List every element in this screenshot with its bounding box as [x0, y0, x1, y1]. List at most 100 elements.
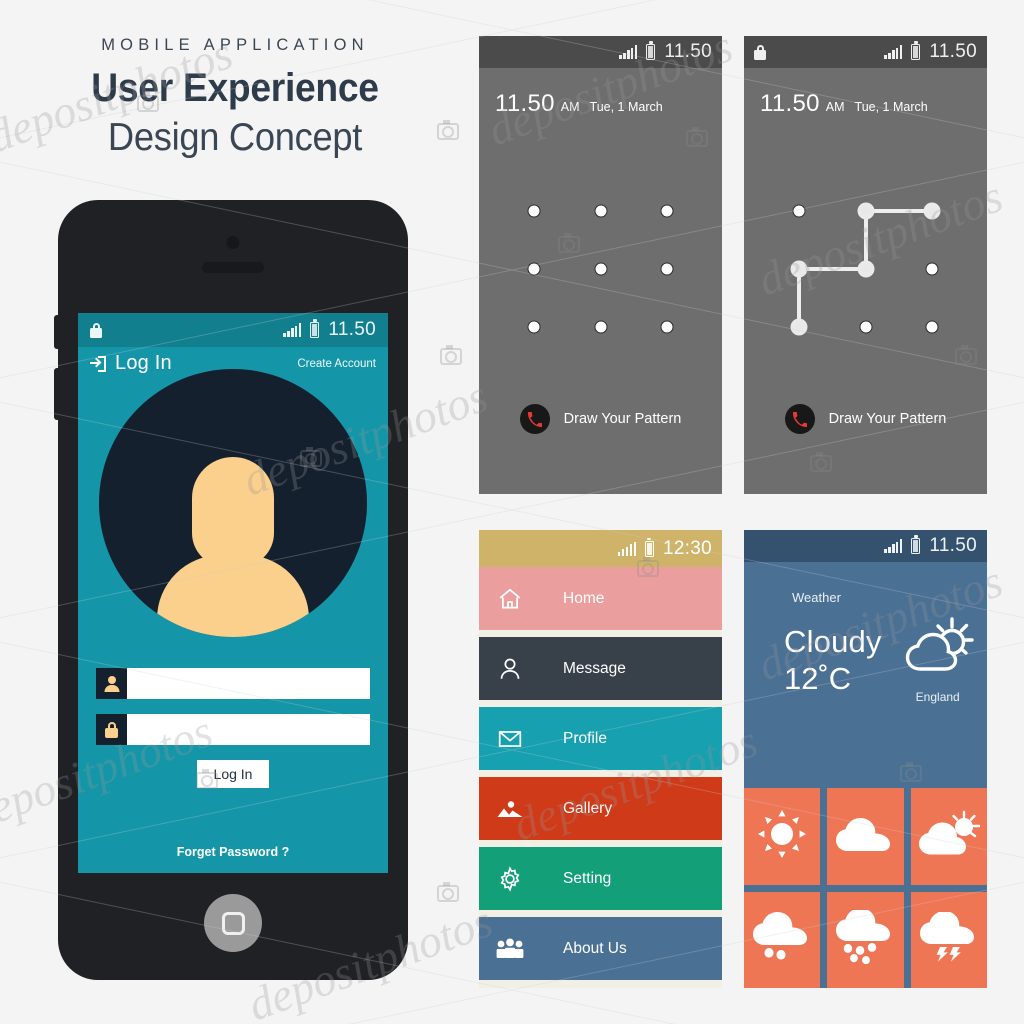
weather-tile-cloudy[interactable]	[827, 788, 904, 885]
pattern-dot-grid[interactable]	[744, 191, 987, 391]
weather-status-bar: 11.50	[744, 530, 987, 562]
pattern-dot[interactable]	[923, 202, 941, 220]
poster-title-line1: User Experience	[91, 66, 379, 110]
menu-item-label: About Us	[563, 939, 627, 957]
pattern-dot-grid[interactable]	[479, 191, 722, 391]
envelope-icon	[479, 726, 541, 752]
forgot-password-link[interactable]: Forget Password ?	[78, 845, 388, 859]
pattern-dot[interactable]	[594, 320, 607, 334]
login-screen: 11.50 Log In Create Account Log In Forge…	[78, 313, 388, 873]
menu-item-home[interactable]: Home	[479, 567, 722, 630]
cloud-rain-icon	[834, 908, 896, 969]
pattern-dot[interactable]	[925, 320, 939, 334]
pattern-dot[interactable]	[859, 320, 872, 334]
cloud-icon	[834, 813, 896, 860]
weather-summary: Cloudy 12˚C England	[744, 605, 987, 704]
password-input[interactable]	[127, 714, 370, 745]
poster-kicker: MOBILE APPLICATION	[101, 36, 369, 54]
pattern-dot[interactable]	[660, 262, 674, 276]
create-account-link[interactable]: Create Account	[297, 358, 376, 370]
pattern2-status-bar: 11.50	[744, 36, 987, 68]
pattern-connector-line	[799, 267, 866, 271]
login-form: Log In	[78, 668, 388, 788]
pattern-dot[interactable]	[660, 320, 674, 334]
signal-bars-icon	[619, 45, 638, 59]
cloud-lightning-icon	[918, 911, 980, 967]
menu-item-label: Gallery	[563, 799, 613, 817]
pattern-dot[interactable]	[857, 202, 874, 220]
weather-tile-thunderstorm[interactable]	[910, 891, 987, 988]
signal-bars-icon	[884, 45, 903, 59]
draw-pattern-prompt: Draw Your Pattern	[744, 404, 987, 434]
weather-tile-partly-cloudy[interactable]	[910, 788, 987, 885]
pattern-dot[interactable]	[790, 260, 808, 278]
clock-date: Tue, 1 March	[854, 100, 928, 114]
draw-pattern-prompt: Draw Your Pattern	[479, 404, 722, 434]
cloud-sun-icon	[918, 810, 981, 863]
menu-item-message[interactable]: Message	[479, 637, 722, 700]
menu-item-profile[interactable]: Profile	[479, 707, 722, 770]
weather-tile-drizzle[interactable]	[744, 891, 821, 988]
pattern1-status-bar: 11.50	[479, 36, 722, 68]
pattern-lock-screen-drawn: 11.50 11.50 AM Tue, 1 March Draw Your Pa…	[744, 36, 987, 494]
phone-device-mockup: 11.50 Log In Create Account Log In Forge…	[54, 200, 408, 980]
weather-tile-rain[interactable]	[827, 891, 904, 988]
login-button[interactable]: Log In	[196, 760, 270, 788]
phone-volume-button-down[interactable]	[54, 368, 60, 420]
earpiece-speaker	[202, 262, 264, 273]
lock-icon	[90, 322, 102, 338]
gear-icon	[479, 865, 541, 892]
battery-icon	[911, 538, 921, 554]
weather-icon-grid	[744, 788, 987, 988]
pattern-dot[interactable]	[594, 262, 607, 276]
menu-item-setting[interactable]: Setting	[479, 847, 722, 910]
camera-icon	[440, 345, 462, 365]
pattern-dot[interactable]	[594, 204, 607, 218]
menu-status-bar: 12:30	[479, 530, 722, 567]
poster-canvas: MOBILE APPLICATION User Experience Desig…	[0, 0, 1024, 1024]
pattern-dot[interactable]	[857, 260, 874, 278]
status-bar-time: 12:30	[662, 537, 712, 559]
battery-icon	[310, 322, 320, 338]
weather-temperature: 12˚C	[784, 660, 852, 696]
phone-volume-button-up[interactable]	[54, 315, 60, 349]
draw-pattern-label: Draw Your Pattern	[563, 411, 682, 427]
pattern-dot[interactable]	[790, 318, 808, 336]
phone-call-icon[interactable]	[519, 404, 550, 434]
login-status-bar: 11.50	[78, 313, 388, 347]
poster-title-block: MOBILE APPLICATION User Experience Desig…	[0, 36, 470, 161]
menu-item-about-us[interactable]: About Us	[479, 917, 722, 980]
weather-section-label: Weather	[792, 590, 841, 605]
pattern-connector-line	[865, 209, 932, 213]
battery-icon	[646, 44, 656, 60]
login-arrow-icon	[90, 355, 106, 372]
pattern-dot[interactable]	[925, 262, 939, 276]
clock-ampm: AM	[560, 100, 580, 114]
phone-call-icon[interactable]	[784, 404, 815, 434]
draw-pattern-label: Draw Your Pattern	[828, 411, 947, 427]
menu-screen: 12:30 Home Message Profile Gallery Setti…	[479, 530, 722, 988]
pattern-dot[interactable]	[527, 320, 541, 334]
weather-tile-sunny[interactable]	[744, 788, 821, 885]
battery-icon	[911, 44, 921, 60]
signal-bars-icon	[618, 541, 636, 556]
lockscreen-clock: 11.50 AM Tue, 1 March	[744, 68, 987, 118]
clock-ampm: AM	[825, 100, 845, 114]
lock-icon	[96, 714, 127, 745]
pattern-dot[interactable]	[660, 204, 674, 218]
pattern-dot[interactable]	[527, 204, 541, 218]
pattern-dot[interactable]	[527, 262, 541, 276]
username-input[interactable]	[127, 668, 370, 699]
page-title: Log In	[115, 352, 172, 374]
home-button[interactable]	[204, 894, 262, 952]
signal-bars-icon	[283, 323, 302, 337]
menu-item-gallery[interactable]: Gallery	[479, 777, 722, 840]
battery-icon	[644, 540, 654, 557]
cloud-sun-icon	[900, 617, 976, 683]
password-field-row	[96, 714, 370, 745]
status-bar-time: 11.50	[929, 41, 977, 62]
pattern-dot[interactable]	[792, 204, 806, 218]
menu-item-label: Profile	[563, 729, 607, 747]
status-bar-time: 11.50	[664, 41, 712, 62]
user-avatar-icon	[157, 457, 309, 637]
